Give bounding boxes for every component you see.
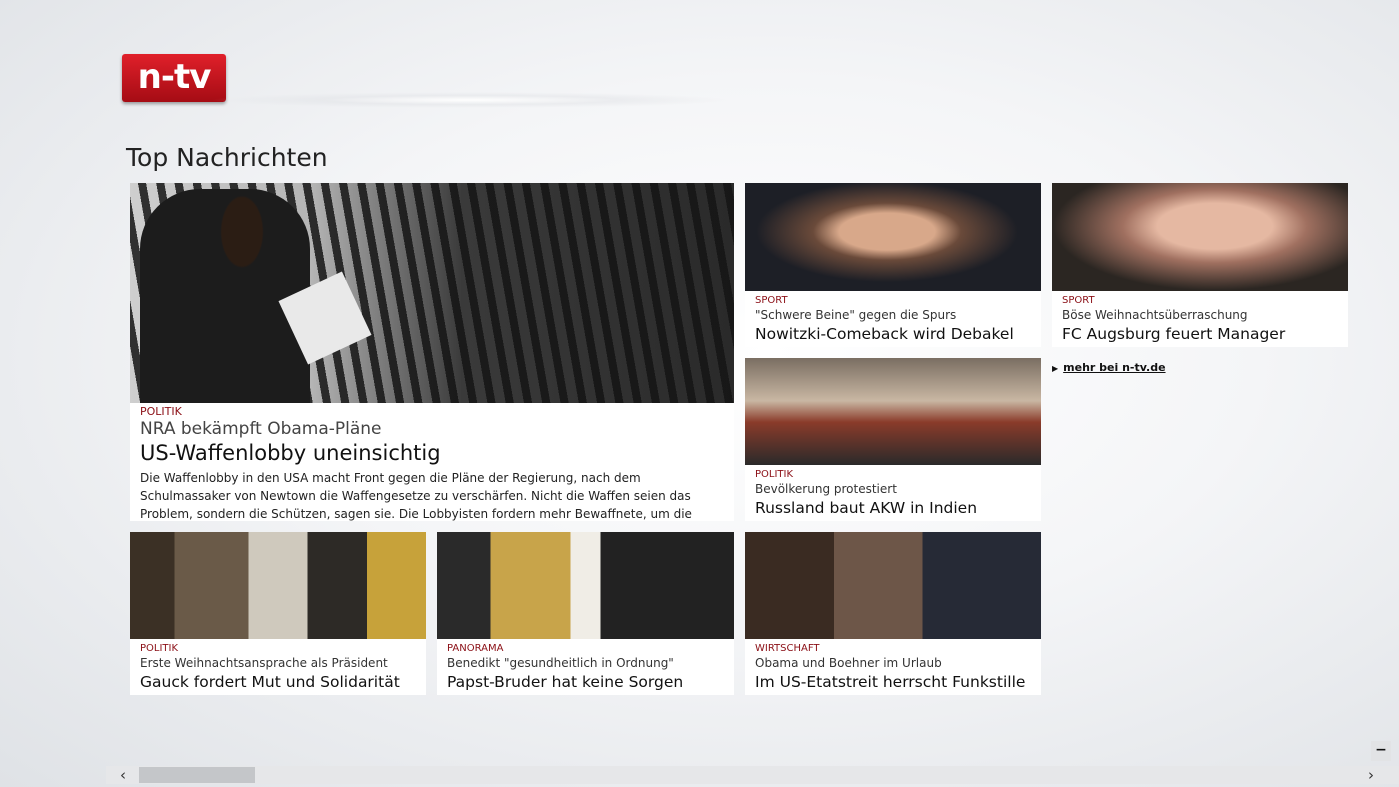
featured-news-tile[interactable]: POLITIK NRA bekämpft Obama-Pläne US-Waff… (130, 183, 734, 521)
semantic-zoom-button[interactable]: − (1371, 741, 1391, 761)
news-category: PANORAMA (447, 643, 504, 654)
news-headline: Russland baut AKW in Indien (755, 499, 978, 517)
news-tile[interactable]: POLITIK Erste Weihnachtsansprache als Pr… (130, 532, 426, 695)
news-headline: Im US-Etatstreit herrscht Funkstille (755, 673, 1026, 691)
news-subtitle: NRA bekämpft Obama-Pläne (140, 419, 382, 439)
news-headline: US-Waffenlobby uneinsichtig (140, 441, 441, 465)
news-category: POLITIK (140, 643, 179, 654)
news-headline: Gauck fordert Mut und Solidarität (140, 673, 400, 691)
news-image (1052, 183, 1348, 291)
news-subtitle: Böse Weihnachtsüberraschung (1062, 308, 1248, 322)
image-person-silhouette (140, 189, 310, 403)
news-subtitle: Benedikt "gesundheitlich in Ordnung" (447, 656, 674, 670)
news-image (437, 532, 734, 639)
news-category: SPORT (755, 295, 788, 306)
section-title: Top Nachrichten (126, 143, 328, 172)
news-image (130, 532, 426, 639)
news-tile[interactable]: PANORAMA Benedikt "gesundheitlich in Ord… (437, 532, 734, 695)
news-subtitle: "Schwere Beine" gegen die Spurs (755, 308, 957, 322)
arrow-right-icon: ▶ (1052, 364, 1059, 373)
news-tile[interactable]: SPORT "Schwere Beine" gegen die Spurs No… (745, 183, 1041, 347)
horizontal-scrollbar[interactable]: ‹ › (106, 766, 1399, 784)
more-news-link[interactable]: ▶ mehr bei n-tv.de (1052, 361, 1166, 374)
news-tile[interactable]: POLITIK Bevölkerung protestiert Russland… (745, 358, 1041, 521)
news-headline: Papst-Bruder hat keine Sorgen (447, 673, 684, 691)
news-image (745, 532, 1041, 639)
news-tile[interactable]: SPORT Böse Weihnachtsüberraschung FC Aug… (1052, 183, 1348, 347)
news-tile[interactable]: WIRTSCHAFT Obama und Boehner im Urlaub I… (745, 532, 1041, 695)
scrollbar-thumb[interactable] (139, 767, 255, 783)
news-category: POLITIK (140, 405, 182, 418)
news-headline: Nowitzki-Comeback wird Debakel (755, 325, 1014, 343)
news-category: POLITIK (755, 469, 794, 480)
news-subtitle: Obama und Boehner im Urlaub (755, 656, 942, 670)
featured-news-image (130, 183, 734, 403)
news-subtitle: Bevölkerung protestiert (755, 482, 897, 496)
news-headline: FC Augsburg feuert Manager (1062, 325, 1286, 343)
news-category: WIRTSCHAFT (755, 643, 820, 654)
scroll-right-icon[interactable]: › (1368, 766, 1374, 784)
more-news-link-text: mehr bei n-tv.de (1063, 361, 1166, 374)
news-teaser: Die Waffenlobby in den USA macht Front g… (140, 471, 692, 521)
news-image (745, 358, 1041, 465)
scroll-left-icon[interactable]: ‹ (120, 766, 126, 784)
news-category: SPORT (1062, 295, 1095, 306)
news-image (745, 183, 1041, 291)
news-subtitle: Erste Weihnachtsansprache als Präsident (140, 656, 388, 670)
logo-swoosh-decoration (210, 92, 730, 108)
